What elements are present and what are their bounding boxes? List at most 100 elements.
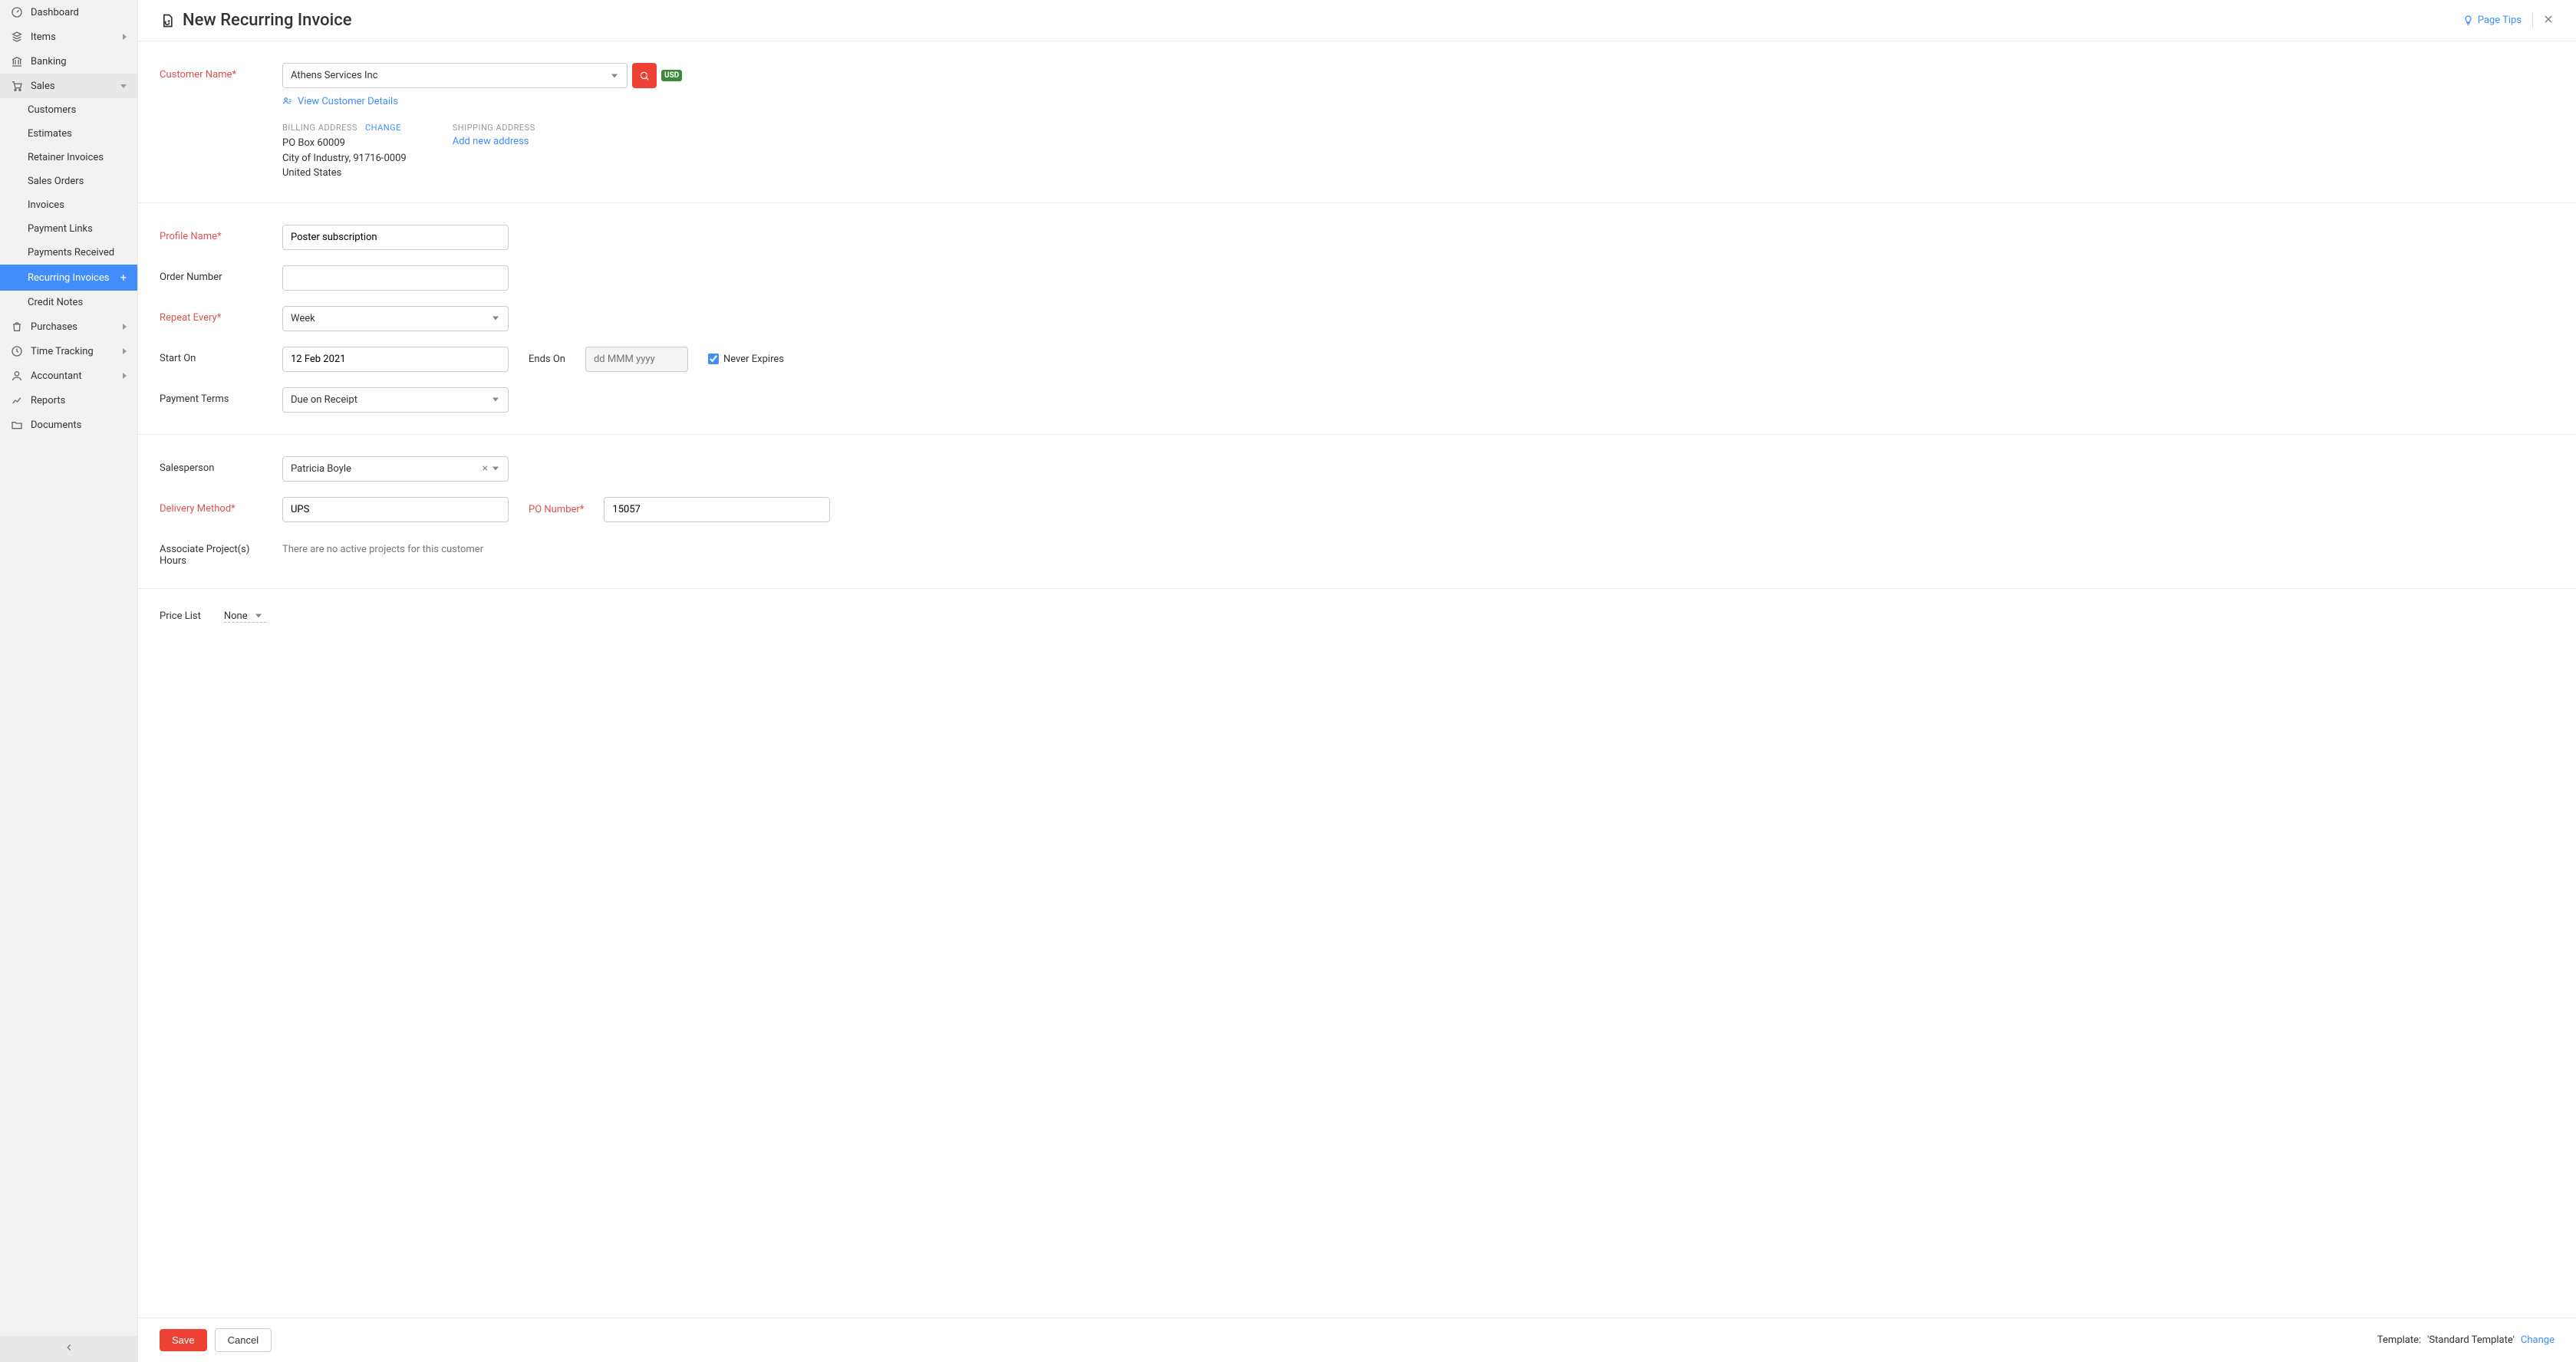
billing-heading: BILLING ADDRESS xyxy=(282,123,357,133)
customer-section: Customer Name* Athens Services Inc USD V… xyxy=(138,41,2576,203)
price-list-select[interactable]: None xyxy=(224,610,266,623)
form-content: Customer Name* Athens Services Inc USD V… xyxy=(138,41,2576,1318)
nav-purchases[interactable]: Purchases xyxy=(0,314,137,339)
tag-icon xyxy=(11,31,23,43)
price-list-label: Price List xyxy=(160,610,201,622)
salesperson-select[interactable]: Patricia Boyle xyxy=(282,456,509,482)
customer-name-label: Customer Name* xyxy=(160,63,282,81)
nav-sales[interactable]: Sales xyxy=(0,74,137,98)
nav-retainer-invoices[interactable]: Retainer Invoices xyxy=(0,146,137,169)
main: New Recurring Invoice Page Tips Customer… xyxy=(138,0,2576,1362)
customer-select[interactable]: Athens Services Inc xyxy=(282,63,628,88)
nav-customers[interactable]: Customers xyxy=(0,98,137,122)
never-expires-label: Never Expires xyxy=(723,354,784,365)
price-list-section: Price List None xyxy=(138,589,2576,644)
nav-banking[interactable]: Banking xyxy=(0,49,137,74)
nav-payments-received[interactable]: Payments Received xyxy=(0,241,137,265)
shipping-add-link[interactable]: Add new address xyxy=(453,136,535,147)
nav-payment-links[interactable]: Payment Links xyxy=(0,217,137,241)
payment-terms-select[interactable]: Due on Receipt xyxy=(282,387,509,413)
customer-select-value: Athens Services Inc xyxy=(291,70,378,81)
sidebar-collapse[interactable] xyxy=(0,1336,137,1362)
start-on-label: Start On xyxy=(160,347,282,364)
nav-invoices-label: Invoices xyxy=(28,199,64,211)
nav-invoices[interactable]: Invoices xyxy=(0,193,137,217)
dashboard-icon xyxy=(11,6,23,18)
view-customer-details-link[interactable]: View Customer Details xyxy=(282,96,2555,107)
payment-terms-value: Due on Receipt xyxy=(291,394,357,406)
cart-icon xyxy=(11,80,23,92)
customer-search-button[interactable] xyxy=(632,63,657,88)
shipping-address-block: SHIPPING ADDRESS Add new address xyxy=(453,123,535,181)
nav-credit-notes-label: Credit Notes xyxy=(28,297,83,308)
page-title: New Recurring Invoice xyxy=(183,11,351,30)
clock-icon xyxy=(11,345,23,357)
nav-time-tracking-label: Time Tracking xyxy=(31,346,94,357)
price-list-value: None xyxy=(224,610,248,622)
nav-payments-received-label: Payments Received xyxy=(28,247,114,258)
ends-on-label: Ends On xyxy=(529,354,565,365)
payment-terms-label: Payment Terms xyxy=(160,387,282,405)
nav-time-tracking[interactable]: Time Tracking xyxy=(0,339,137,364)
nav-dashboard-label: Dashboard xyxy=(31,7,79,18)
chart-icon xyxy=(11,394,23,406)
nav-recurring-invoices[interactable]: Recurring Invoices + xyxy=(0,265,137,291)
bulb-icon xyxy=(2462,15,2474,26)
nav-items-label: Items xyxy=(31,31,56,43)
delivery-method-input[interactable] xyxy=(282,497,509,522)
nav-reports[interactable]: Reports xyxy=(0,388,137,413)
nav-estimates[interactable]: Estimates xyxy=(0,122,137,146)
never-expires-checkbox[interactable] xyxy=(708,354,719,364)
order-number-input[interactable] xyxy=(282,265,509,291)
nav-documents[interactable]: Documents xyxy=(0,413,137,437)
template-label: Template: xyxy=(2377,1334,2421,1346)
start-on-input[interactable] xyxy=(282,347,509,372)
order-number-label: Order Number xyxy=(160,265,282,283)
nav-sales-orders-label: Sales Orders xyxy=(28,176,84,187)
salesperson-label: Salesperson xyxy=(160,456,282,474)
nav-banking-label: Banking xyxy=(31,56,67,67)
repeat-every-select[interactable]: Week xyxy=(282,306,509,331)
po-number-input[interactable] xyxy=(604,497,830,522)
nav-recurring-invoices-label: Recurring Invoices xyxy=(28,272,109,284)
close-icon xyxy=(2542,13,2555,25)
ends-on-input xyxy=(585,347,688,372)
footer: Save Cancel Template: 'Standard Template… xyxy=(138,1318,2576,1362)
save-button[interactable]: Save xyxy=(160,1329,207,1351)
associate-projects-label-line1: Associate Project(s) xyxy=(160,544,282,555)
nav-dashboard[interactable]: Dashboard xyxy=(0,0,137,25)
nav-accountant[interactable]: Accountant xyxy=(0,364,137,388)
po-number-label: PO Number* xyxy=(529,504,584,515)
bag-icon xyxy=(11,321,23,333)
template-change-link[interactable]: Change xyxy=(2521,1334,2555,1346)
nav-estimates-label: Estimates xyxy=(28,128,72,140)
nav-items[interactable]: Items xyxy=(0,25,137,49)
repeat-every-label: Repeat Every* xyxy=(160,306,282,324)
profile-name-input[interactable] xyxy=(282,225,509,250)
billing-line1: PO Box 60009 xyxy=(282,136,407,151)
delivery-method-label: Delivery Method* xyxy=(160,497,282,515)
billing-change-link[interactable]: CHANGE xyxy=(365,123,401,133)
nav-payment-links-label: Payment Links xyxy=(28,223,93,235)
associate-projects-label-line2: Hours xyxy=(160,555,282,567)
chevron-left-icon xyxy=(64,1342,74,1353)
nav-accountant-label: Accountant xyxy=(31,370,82,382)
cancel-button[interactable]: Cancel xyxy=(215,1328,272,1352)
nav-credit-notes[interactable]: Credit Notes xyxy=(0,291,137,314)
profile-name-label: Profile Name* xyxy=(160,225,282,242)
search-icon xyxy=(639,71,650,81)
nav-reports-label: Reports xyxy=(31,395,65,406)
billing-line2: City of Industry, 91716-0009 xyxy=(282,151,407,166)
folder-icon xyxy=(11,419,23,431)
page-header: New Recurring Invoice Page Tips xyxy=(138,0,2576,41)
details-section: Salesperson Patricia Boyle Delivery Meth… xyxy=(138,435,2576,589)
currency-badge: USD xyxy=(661,70,682,81)
nav-sales-orders[interactable]: Sales Orders xyxy=(0,169,137,193)
add-recurring-invoice-icon[interactable]: + xyxy=(120,271,127,285)
nav-purchases-label: Purchases xyxy=(31,321,77,333)
associate-projects-label: Associate Project(s) Hours xyxy=(160,538,282,567)
close-button[interactable] xyxy=(2532,13,2555,28)
shipping-heading: SHIPPING ADDRESS xyxy=(453,123,535,133)
page-tips-link[interactable]: Page Tips xyxy=(2462,15,2522,26)
nav-customers-label: Customers xyxy=(28,104,76,116)
